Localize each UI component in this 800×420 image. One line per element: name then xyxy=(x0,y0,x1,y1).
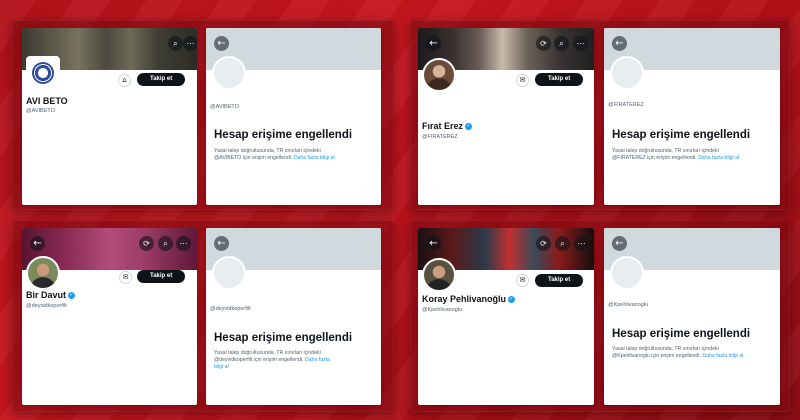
blocked-card-birdavut: ← @deyvidkoperfilt Hesap erişime engelle… xyxy=(206,228,381,405)
notification-icon[interactable]: ⟳ xyxy=(139,236,154,251)
arrow-left-icon[interactable]: ← xyxy=(30,236,45,251)
verified-badge-icon: ✓ xyxy=(508,296,516,304)
blocked-message: Yasal talep doğrultusunda, TR sınırları … xyxy=(612,148,772,162)
avatar-placeholder xyxy=(212,256,246,290)
message-icon[interactable]: ✉ xyxy=(119,271,132,284)
follow-button[interactable]: Takip et xyxy=(137,73,186,86)
more-icon[interactable]: ⋯ xyxy=(183,36,197,51)
blocked-line-2: @AVIBETO için erişim engellendi. xyxy=(214,155,293,161)
profile-name: AVI BETO xyxy=(26,96,68,106)
profile-handle: @deyvidkoperfilt xyxy=(26,303,67,309)
profile-card-avibeto: ⌕ ⋯ ⌂ Takip et AVI BETO @AVIBETO xyxy=(22,28,197,205)
learn-more-link[interactable]: Daha fazla bilgi al xyxy=(294,155,335,161)
more-icon[interactable]: ⋯ xyxy=(176,236,191,251)
follow-button[interactable]: Takip et xyxy=(535,274,584,287)
blocked-card-avibeto: ← @AVIBETO Hesap erişime engellendi Yasa… xyxy=(206,28,381,205)
blocked-title: Hesap erişime engellendi xyxy=(214,129,353,141)
notification-icon[interactable]: ⟳ xyxy=(536,236,551,251)
profile-handle: @FIRATEREZ xyxy=(422,134,458,140)
profile-name-text: Koray Pehlivanoğlu xyxy=(422,294,507,304)
profile-handle: @deyvidkoperfilt xyxy=(210,306,251,312)
verified-badge-icon: ✓ xyxy=(465,123,473,131)
arrow-left-icon[interactable]: ← xyxy=(612,36,627,51)
learn-more-link[interactable]: Daha fazla bilgi al xyxy=(698,155,739,161)
profile-name-text: Fırat Erez xyxy=(422,121,464,131)
search-icon[interactable]: ⌕ xyxy=(554,36,569,51)
learn-more-part-2: bilgi al xyxy=(214,364,229,370)
arrow-left-icon[interactable]: ← xyxy=(426,36,441,51)
blocked-line-2: @FIRATEREZ için erişim engellendi. xyxy=(612,155,697,161)
arrow-left-icon[interactable]: ← xyxy=(426,236,441,251)
blocked-card-firaterez: ← @FIRATEREZ Hesap erişime engellendi Ya… xyxy=(604,28,780,205)
avatar-placeholder xyxy=(212,56,246,90)
follow-button[interactable]: Takip et xyxy=(535,73,584,86)
learn-more-part-1: Daha fazla xyxy=(304,357,330,363)
verified-badge-icon: ✓ xyxy=(68,292,76,300)
avibeto-logo xyxy=(32,62,54,84)
profile-handle: @Kpehlivanoglu xyxy=(608,302,649,308)
avatar[interactable] xyxy=(422,58,456,92)
follow-button[interactable]: Takip et xyxy=(137,270,186,283)
blocked-title: Hesap erişime engellendi xyxy=(214,332,353,344)
notification-icon[interactable]: ⟳ xyxy=(536,36,551,51)
avatar[interactable] xyxy=(26,56,60,90)
blocked-line-1: Yasal talep doğrultusunda, TR sınırları … xyxy=(612,148,719,154)
avatar[interactable] xyxy=(422,258,456,292)
blocked-message: Yasal talep doğrultusunda, TR sınırları … xyxy=(214,350,364,371)
learn-more-link[interactable]: Daha fazla bilgi al xyxy=(702,353,743,359)
blocked-line-2: @Kpehlivanoglu için erişim engellendi. xyxy=(612,353,701,359)
message-icon[interactable]: ✉ xyxy=(516,74,529,87)
profile-name: Fırat Erez ✓ xyxy=(422,121,473,131)
arrow-left-icon[interactable]: ← xyxy=(214,36,229,51)
avatar-placeholder xyxy=(610,56,644,90)
blocked-title: Hesap erişime engellendi xyxy=(612,129,751,141)
blocked-line-1: Yasal talep doğrultusunda, TR sınırları … xyxy=(214,148,321,154)
profile-handle: @FIRATEREZ xyxy=(608,102,644,108)
avatar-placeholder xyxy=(610,256,644,290)
search-icon[interactable]: ⌕ xyxy=(158,236,173,251)
blocked-message: Yasal talep doğrultusunda, TR sınırları … xyxy=(214,148,374,162)
profile-name: Bir Davut ✓ xyxy=(26,290,76,300)
message-icon[interactable]: ✉ xyxy=(516,274,529,287)
blocked-line-1: Yasal talep doğrultusunda, TR sınırları … xyxy=(612,346,719,352)
search-icon[interactable]: ⌕ xyxy=(555,236,570,251)
blocked-line-2: @deyvidkoperfilt için erişim engellendi. xyxy=(214,357,304,363)
profile-card-koray: ← ⟳ ⌕ ⋯ ✉ Takip et Koray Pehlivanoğlu ✓ @… xyxy=(418,228,594,405)
blocked-title: Hesap erişime engellendi xyxy=(612,328,751,340)
notification-icon[interactable]: ⌂ xyxy=(118,74,131,87)
profile-handle: @AVIBETO xyxy=(26,108,55,114)
arrow-left-icon[interactable]: ← xyxy=(612,236,627,251)
blocked-message: Yasal talep doğrultusunda, TR sınırları … xyxy=(612,346,772,360)
search-icon[interactable]: ⌕ xyxy=(168,36,183,51)
profile-name-text: Bir Davut xyxy=(26,290,67,300)
arrow-left-icon[interactable]: ← xyxy=(214,236,229,251)
more-icon[interactable]: ⋯ xyxy=(573,36,588,51)
avatar[interactable] xyxy=(26,256,60,290)
blocked-line-1: Yasal talep doğrultusunda, TR sınırları … xyxy=(214,350,321,356)
profile-handle: @AVIBETO xyxy=(210,104,239,110)
blocked-card-koray: ← @Kpehlivanoglu Hesap erişime engellend… xyxy=(604,228,780,405)
more-icon[interactable]: ⋯ xyxy=(574,236,589,251)
profile-card-birdavut: ← ⟳ ⌕ ⋯ ✉ Takip et Bir Davut ✓ @deyvidkop… xyxy=(22,228,197,405)
profile-card-firaterez: ← ⟳ ⌕ ⋯ ✉ Takip et Fırat Erez ✓ @FIRATERE… xyxy=(418,28,594,205)
profile-name: Koray Pehlivanoğlu ✓ xyxy=(422,294,516,304)
profile-handle: @Kpehlivanoglu xyxy=(422,307,463,313)
